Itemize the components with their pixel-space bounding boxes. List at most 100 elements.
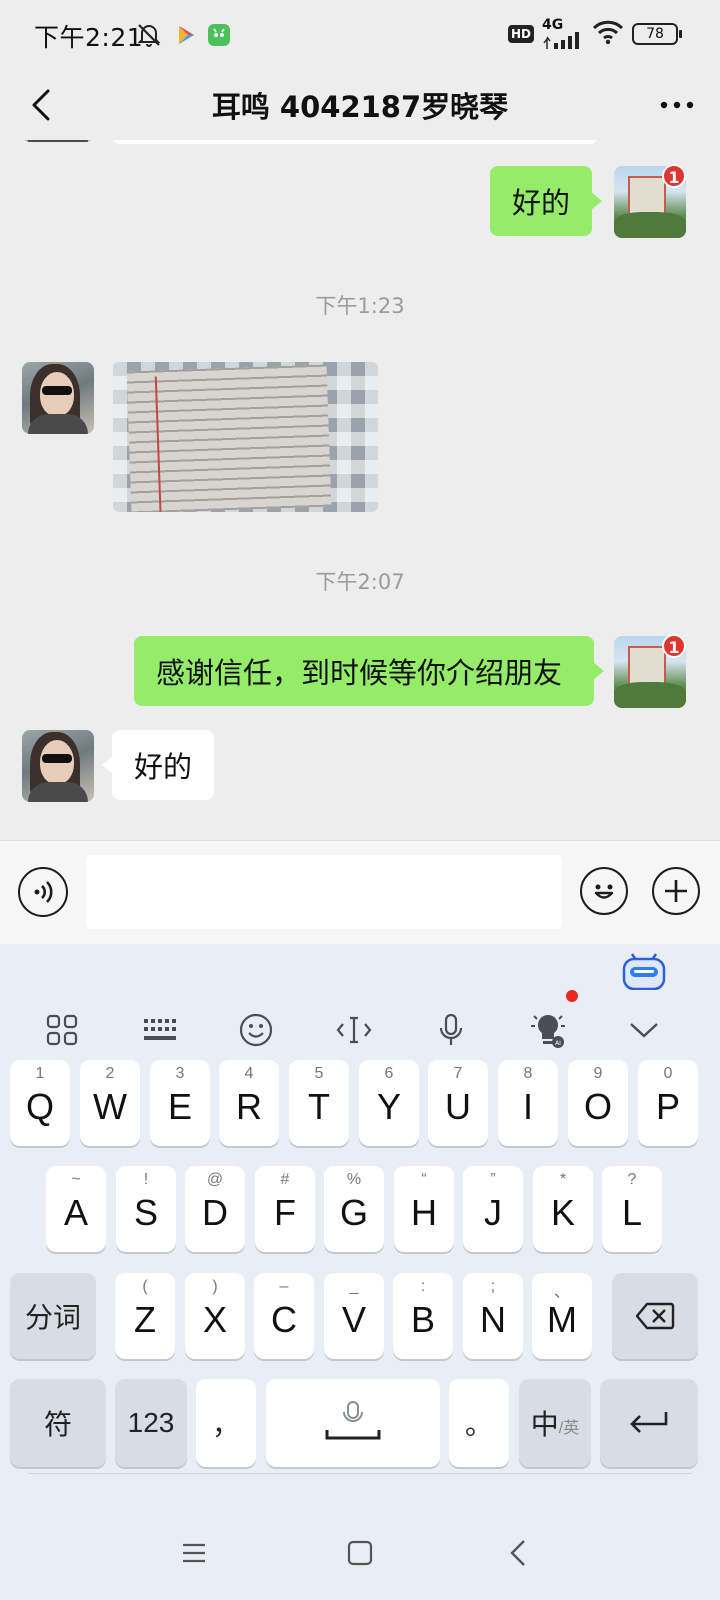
keyboard-divider — [28, 1473, 692, 1474]
key-t[interactable]: 5T — [289, 1060, 349, 1146]
more-options-button[interactable] — [654, 82, 700, 128]
key-k[interactable]: * K — [533, 1166, 593, 1252]
smiley-icon — [594, 884, 614, 899]
key-f[interactable]: # F — [255, 1166, 315, 1252]
voice-typing-button[interactable] — [423, 1002, 479, 1058]
cursor-edit-button[interactable] — [326, 1002, 382, 1058]
more-dots-icon — [660, 101, 694, 109]
key-c[interactable]: – C — [254, 1273, 314, 1359]
key-z[interactable]: (Z — [115, 1273, 175, 1359]
chat-header: 耳鸣 4042187罗晓琴 — [0, 70, 720, 140]
key-l[interactable]: ? L — [602, 1166, 662, 1252]
svg-text:AI: AI — [555, 1040, 561, 1047]
microphone-icon — [439, 1013, 463, 1045]
numbers-key[interactable]: 123 — [115, 1379, 187, 1467]
keyboard-layout-button[interactable] — [132, 1002, 188, 1058]
key-y[interactable]: 6Y — [359, 1060, 419, 1146]
voice-input-button[interactable] — [18, 867, 68, 917]
chevron-down-icon — [630, 1023, 658, 1038]
key-b[interactable]: :B — [393, 1273, 453, 1359]
ai-assistant-button[interactable]: AI — [520, 1002, 576, 1058]
unread-badge: 1 — [662, 634, 686, 658]
back-chevron-icon — [510, 1540, 525, 1566]
status-right-group: HD 4G 78 — [507, 17, 682, 50]
voice-wave-icon — [34, 881, 53, 903]
time-divider: 下午1:23 — [315, 294, 405, 318]
emoji-panel-button[interactable] — [228, 1002, 284, 1058]
previous-message-bubble[interactable] — [112, 140, 598, 144]
space-mic-icon — [325, 1401, 381, 1440]
system-nav-bar — [0, 1505, 720, 1600]
key-i[interactable]: 8I — [498, 1060, 558, 1146]
sent-message-bubble[interactable]: 好的 — [490, 166, 603, 236]
enter-icon — [630, 1412, 668, 1433]
lightbulb-ai-icon: AI — [531, 1015, 565, 1048]
emoji-button[interactable] — [580, 867, 628, 915]
received-message-bubble[interactable]: 好的 — [101, 730, 215, 800]
enter-key[interactable] — [600, 1379, 698, 1467]
home-button[interactable] — [338, 1531, 382, 1575]
message-text: 好的 — [134, 750, 193, 784]
cursor-icon — [336, 1016, 372, 1044]
lang-main-label: 中 — [530, 1409, 559, 1440]
collapse-keyboard-button[interactable] — [616, 1002, 672, 1058]
key-d[interactable]: @ D — [185, 1166, 245, 1252]
key-a[interactable]: ~ A — [46, 1166, 106, 1252]
key-j[interactable]: ” J — [463, 1166, 523, 1252]
key-r[interactable]: 4R — [219, 1060, 279, 1146]
period-key[interactable]: 。 — [449, 1379, 509, 1467]
key-n[interactable]: ; N — [463, 1273, 523, 1359]
home-square-icon — [347, 1540, 373, 1566]
key-o[interactable]: 9O — [568, 1060, 628, 1146]
time-divider: 下午2:07 — [315, 570, 405, 594]
system-back-button[interactable] — [496, 1531, 540, 1575]
comma-key[interactable]: ， — [196, 1379, 256, 1467]
contact-avatar[interactable] — [22, 362, 94, 434]
received-image-message[interactable] — [113, 362, 378, 512]
key-x[interactable]: ) X — [185, 1273, 245, 1359]
key-w[interactable]: 2W — [80, 1060, 140, 1146]
lang-sub-label: /英 — [558, 1420, 580, 1437]
key-u[interactable]: 7U — [428, 1060, 488, 1146]
backspace-key[interactable] — [612, 1273, 698, 1359]
more-functions-button[interactable] — [652, 867, 700, 915]
recent-apps-button[interactable] — [172, 1531, 216, 1575]
apps-grid-button[interactable] — [34, 1002, 90, 1058]
status-time: 下午2:21 — [34, 23, 144, 52]
key-m[interactable]: 、 M — [532, 1273, 592, 1359]
hd-badge: HD — [507, 25, 534, 43]
network-type: 4G — [542, 17, 564, 33]
key-g[interactable]: % G — [324, 1166, 384, 1252]
sent-message-bubble[interactable]: 感谢信任，到时候等你介绍朋友 — [134, 636, 604, 706]
key-p[interactable]: 0P — [638, 1060, 698, 1146]
notification-dot — [566, 990, 578, 1002]
key-q[interactable]: 1Q — [10, 1060, 70, 1146]
keyboard-mascot-icon[interactable] — [622, 950, 666, 991]
wifi-icon — [592, 19, 624, 49]
emoji-icon — [239, 1013, 273, 1047]
signal-icon: 4G — [542, 17, 584, 49]
keyboard-layout-icon — [144, 1019, 176, 1040]
contact-avatar[interactable] — [22, 730, 94, 802]
segment-key[interactable]: 分词 — [10, 1273, 96, 1359]
apps-grid-icon — [46, 1014, 78, 1046]
menu-lines-icon — [183, 1543, 205, 1563]
message-text: 好的 — [512, 186, 571, 220]
key-s[interactable]: ! S — [116, 1166, 176, 1252]
space-key[interactable] — [266, 1379, 440, 1467]
language-switch-key[interactable]: 中/英 — [519, 1379, 591, 1467]
symbols-key[interactable]: 符 — [10, 1379, 106, 1467]
message-input[interactable] — [86, 855, 562, 929]
chat-messages[interactable]: 好的 1 下午1:23 下午2:07 感谢信任，到时候等你介绍朋友 1 好的 — [0, 140, 720, 840]
key-v[interactable]: _ V — [324, 1273, 384, 1359]
status-bar: 下午2:21 HD 4G 78 — [0, 0, 720, 70]
mute-bell-icon — [136, 22, 162, 48]
plus-icon — [665, 880, 687, 902]
contact-avatar[interactable] — [22, 140, 94, 142]
key-e[interactable]: 3E — [150, 1060, 210, 1146]
keyboard: AI 1Q 2W 3E 4R 5T 6Y 7U 8I 9O 0P ~ A ! S @… — [0, 944, 720, 1600]
unread-badge: 1 — [662, 164, 686, 188]
play-store-icon — [174, 22, 198, 48]
key-h[interactable]: “H — [394, 1166, 454, 1252]
backspace-icon — [635, 1302, 675, 1330]
